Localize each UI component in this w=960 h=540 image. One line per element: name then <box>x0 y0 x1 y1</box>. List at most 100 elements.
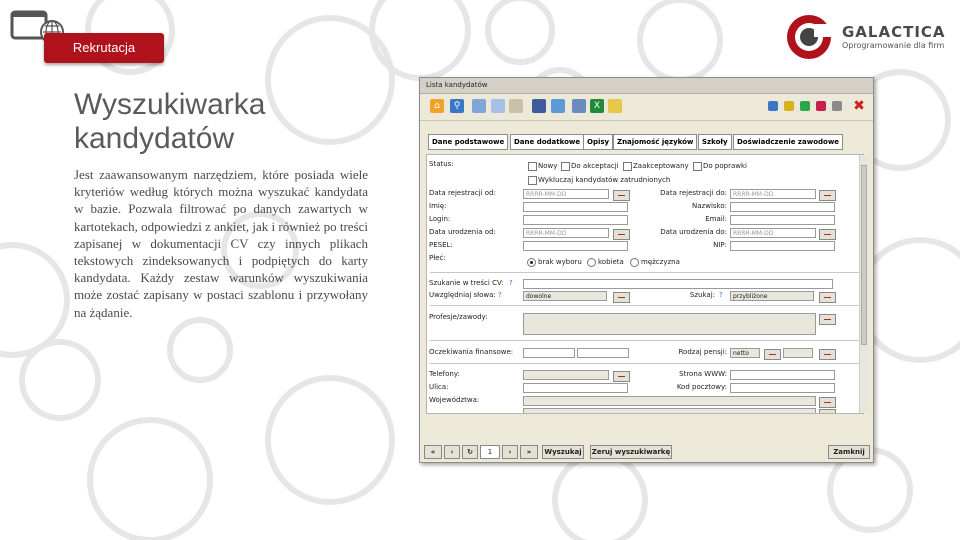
galactica-logo-icon <box>787 15 834 59</box>
voivodeship-input[interactable] <box>523 396 816 406</box>
tab-descriptions[interactable]: Opisy <box>583 134 614 150</box>
home-icon[interactable]: ⌂ <box>430 99 444 113</box>
color-blue-icon[interactable] <box>768 101 778 111</box>
include-words-select[interactable]: dowolne <box>523 291 607 301</box>
birth-from-input[interactable]: RRRR-MM-DD <box>523 228 609 238</box>
next-row-button[interactable] <box>819 409 836 413</box>
attach-icon[interactable] <box>509 99 523 113</box>
candidate-list-window: Lista kandydatów ⌂ ⚲ X ✖ Dane podstawowe… <box>419 77 874 463</box>
color-green-icon[interactable] <box>800 101 810 111</box>
nip-input[interactable] <box>730 241 835 251</box>
gender-female-radio[interactable] <box>587 258 596 267</box>
login-label: Login: <box>429 215 451 223</box>
save-icon[interactable] <box>532 99 546 113</box>
next-row-input[interactable] <box>523 408 816 413</box>
street-label: Ulica: <box>429 383 449 391</box>
profession-button[interactable] <box>819 314 836 325</box>
salary-type-select[interactable]: netto <box>730 348 760 358</box>
print-icon[interactable] <box>572 99 586 113</box>
salary-from-input[interactable] <box>523 348 575 358</box>
birth-from-picker-button[interactable] <box>613 229 630 240</box>
pesel-input[interactable] <box>523 241 628 251</box>
birth-to-picker-button[interactable] <box>819 229 836 240</box>
currency-select[interactable] <box>783 348 813 358</box>
reg-to-label: Data rejestracji do: <box>660 189 727 197</box>
color-red-icon[interactable] <box>816 101 826 111</box>
status-new-checkbox[interactable] <box>528 162 537 171</box>
prev-page-button[interactable]: ‹ <box>444 445 460 459</box>
divider <box>430 363 860 364</box>
reset-search-button[interactable]: Zeruj wyszukiwarkę <box>590 445 672 459</box>
close-button[interactable]: Zamknij <box>828 445 870 459</box>
include-words-label: Uwzględniaj słowa: <box>429 291 496 299</box>
tab-schools[interactable]: Szkoły <box>698 134 732 150</box>
gender-none-label: brak wyboru <box>538 258 582 266</box>
page-title: Wyszukiwarka kandydatów <box>74 88 266 155</box>
scrollbar-thumb[interactable] <box>861 165 867 345</box>
refresh-button[interactable]: ↻ <box>462 445 478 459</box>
tab-languages[interactable]: Znajomość języków <box>613 134 698 150</box>
tab-basic-data[interactable]: Dane podstawowe <box>428 134 509 150</box>
cv-search-help-icon[interactable]: ? <box>509 278 513 288</box>
include-words-help-icon[interactable]: ? <box>498 290 502 300</box>
next-page-button[interactable]: › <box>502 445 518 459</box>
page-number-input[interactable]: 1 <box>480 445 500 459</box>
status-new-label: Nowy <box>538 162 558 170</box>
form-scrollbar[interactable] <box>859 155 868 413</box>
exclude-hired-checkbox[interactable] <box>528 176 537 185</box>
reg-from-picker-button[interactable] <box>613 190 630 201</box>
profession-input[interactable] <box>523 313 816 335</box>
export-icon[interactable] <box>608 99 622 113</box>
search-icon[interactable]: ⚲ <box>450 99 464 113</box>
currency-button[interactable] <box>819 349 836 360</box>
login-input[interactable] <box>523 215 628 225</box>
page-description: Jest zaawansowanym narzędziem, które pos… <box>74 167 368 320</box>
include-words-button[interactable] <box>613 292 630 303</box>
list-icon[interactable] <box>472 99 486 113</box>
tab-experience[interactable]: Doświadczenie zawodowe <box>733 134 844 150</box>
birth-to-label: Data urodzenia do: <box>660 228 727 236</box>
phones-input[interactable] <box>523 370 609 380</box>
first-page-button[interactable]: « <box>424 445 442 459</box>
search-mode-label: Szukaj: <box>689 291 715 299</box>
galactica-logo: GALACTICA Oprogramowanie dla firm <box>784 10 954 64</box>
edit-icon[interactable] <box>491 99 505 113</box>
search-mode-button[interactable] <box>819 292 836 303</box>
search-button[interactable]: Wyszukaj <box>542 445 584 459</box>
reg-to-input[interactable]: RRRR-MM-DD <box>730 189 816 199</box>
postal-input[interactable] <box>730 383 835 393</box>
reg-from-input[interactable]: RRRR-MM-DD <box>523 189 609 199</box>
excel-icon[interactable]: X <box>590 99 604 113</box>
birth-to-input[interactable]: RRRR-MM-DD <box>730 228 816 238</box>
last-name-input[interactable] <box>730 202 835 212</box>
salary-to-input[interactable] <box>577 348 629 358</box>
www-input[interactable] <box>730 370 835 380</box>
first-name-input[interactable] <box>523 202 628 212</box>
tab-extra-data[interactable]: Dane dodatkowe <box>510 134 585 150</box>
status-accepted-checkbox[interactable] <box>623 162 632 171</box>
close-icon[interactable]: ✖ <box>852 99 866 113</box>
search-mode-select[interactable]: przybliżone <box>730 291 814 301</box>
salary-type-button[interactable] <box>764 349 781 360</box>
street-input[interactable] <box>523 383 628 393</box>
color-gray-icon[interactable] <box>832 101 842 111</box>
voivodeship-button[interactable] <box>819 397 836 408</box>
divider <box>430 305 860 306</box>
cv-search-input[interactable] <box>523 279 833 289</box>
gender-none-radio[interactable] <box>527 258 536 267</box>
reg-from-label: Data rejestracji od: <box>429 189 496 197</box>
color-yellow-icon[interactable] <box>784 101 794 111</box>
salary-label: Oczekiwania finansowe: <box>429 348 514 356</box>
reg-to-picker-button[interactable] <box>819 190 836 201</box>
refresh-icon[interactable] <box>551 99 565 113</box>
gender-male-radio[interactable] <box>630 258 639 267</box>
cv-search-label: Szukanie w treści CV: <box>429 279 504 287</box>
profession-label: Profesje/zawody: <box>429 313 488 321</box>
email-input[interactable] <box>730 215 835 225</box>
status-pending-checkbox[interactable] <box>561 162 570 171</box>
search-mode-help-icon[interactable]: ? <box>719 290 723 300</box>
phones-button[interactable] <box>613 371 630 382</box>
status-correction-checkbox[interactable] <box>693 162 702 171</box>
gender-label: Płeć: <box>429 254 446 262</box>
last-page-button[interactable]: » <box>520 445 538 459</box>
